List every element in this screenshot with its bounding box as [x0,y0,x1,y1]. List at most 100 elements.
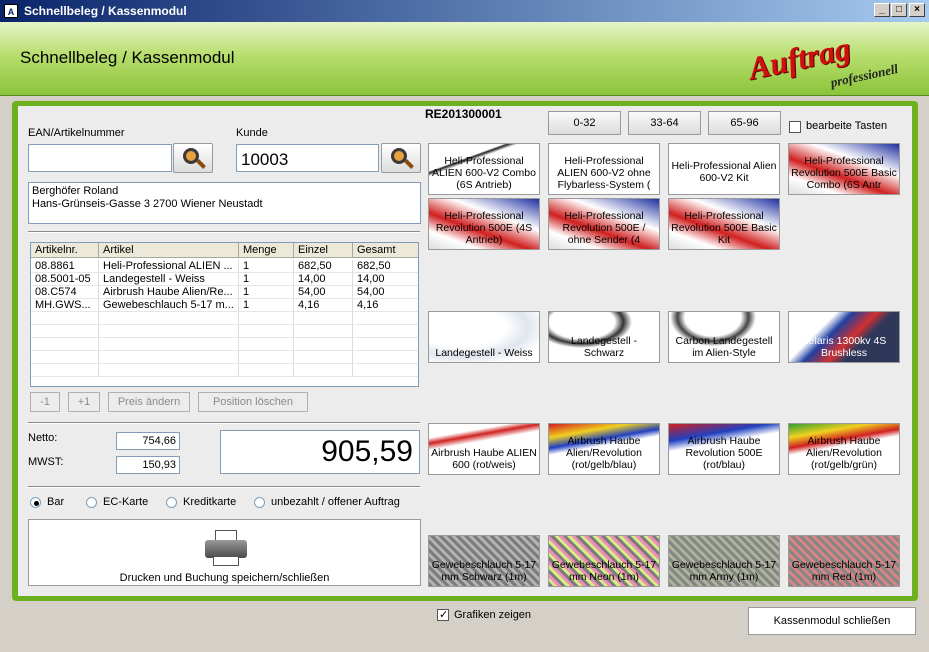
kunde-search-button[interactable] [381,143,421,173]
product-label: Gewebeschlauch 5-17 mm Neon (1m) [551,559,657,583]
product-tile[interactable]: Airbrush Haube Revolution 500E (rot/blau… [668,423,780,475]
window-titlebar: A Schnellbeleg / Kassenmodul _ □ × [0,0,929,22]
total-amount: 905,59 [220,430,420,474]
change-price-button[interactable]: Preis ändern [108,392,190,412]
table-row[interactable]: 08.5001-05 Landegestell - Weiss 1 14,00 … [31,273,418,286]
radio-label: Bar [47,496,65,508]
col-header: Gesamt [353,243,418,258]
product-tile[interactable]: Airbrush Haube ALIEN 600 (rot/weis) [428,423,540,475]
category-button-0-32[interactable]: 0-32 [548,111,621,135]
product-label: Airbrush Haube Alien/Revolution (rot/gel… [806,435,882,471]
cell: Landegestell - Weiss [99,273,239,286]
kunde-value: 10003 [241,150,289,169]
product-tile[interactable]: Landegestell - Weiss [428,311,540,363]
product-tile[interactable]: Gewebeschlauch 5-17 mm Schwarz (1m) [428,535,540,587]
product-tile[interactable]: Heli-Professional Revolution 500E Basic … [668,198,780,250]
graphics-label: Grafiken zeigen [454,609,532,621]
product-label: Airbrush Haube Alien/Revolution (rot/gel… [566,435,642,471]
ean-label: EAN/Artikelnummer [28,127,125,139]
product-tile[interactable]: Carbon Landegestell im Alien-Style [668,311,780,363]
cell: Heli-Professional ALIEN ... [99,260,239,273]
product-tile[interactable]: Heli-Professional Revolution 500E Basic … [788,143,900,195]
edit-keys-checkbox[interactable] [789,121,801,133]
cell: 4,16 [294,299,353,312]
netto-label: Netto: [28,432,58,444]
graphics-checkbox[interactable]: ✓ [437,609,449,621]
product-tile[interactable]: Landegestell - Schwarz [548,311,660,363]
maximize-button[interactable]: □ [891,3,907,17]
product-label: Gewebeschlauch 5-17 mm Schwarz (1m) [431,559,537,583]
col-header: Menge [239,243,294,258]
product-label: Landegestell - Schwarz [571,335,637,359]
print-and-save-button[interactable]: Drucken und Buchung speichern/schließen [28,519,421,586]
items-table[interactable]: Artikelnr. Artikel Menge Einzel Gesamt 0… [30,242,419,387]
radio-label: Kreditkarte [183,496,237,508]
cell: Gewebeschlauch 5-17 m... [99,299,239,312]
app-logo: Auftrag professionell [745,30,918,96]
increment-button[interactable]: +1 [68,392,100,412]
product-label: Heli-Professional Alien 600-V2 Kit [671,160,777,184]
product-tile[interactable]: Gewebeschlauch 5-17 mm Red (1m) [788,535,900,587]
divider [28,231,420,233]
cell: 682,50 [294,260,353,273]
product-tile[interactable]: Heli-Professional ALIEN 600-V2 ohne Flyb… [548,143,660,195]
kunde-label: Kunde [236,127,268,139]
product-label: Xelaris 1300kv 4S Brushless [801,335,887,359]
radio-label: EC-Karte [103,496,149,508]
product-tile[interactable]: Gewebeschlauch 5-17 mm Army (1m) [668,535,780,587]
printer-icon [205,530,247,566]
product-label: Heli-Professional ALIEN 600-V2 Combo (6S… [432,155,536,191]
product-tile[interactable]: Heli-Professional Revolution 500E / ohne… [548,198,660,250]
cell: Airbrush Haube Alien/Re... [99,286,239,299]
product-tile[interactable]: Heli-Professional Revolution 500E (4S An… [428,198,540,250]
product-label: Carbon Landegestell im Alien-Style [675,335,773,359]
col-header: Artikelnr. [31,243,99,258]
table-header: Artikelnr. Artikel Menge Einzel Gesamt [31,243,418,258]
checkmark-icon: ✓ [439,609,449,621]
minimize-button[interactable]: _ [874,3,890,17]
product-label: Heli-Professional Revolution 500E / ohne… [562,210,646,246]
product-tile[interactable]: Airbrush Haube Alien/Revolution (rot/gel… [548,423,660,475]
product-tile[interactable]: Heli-Professional Alien 600-V2 Kit [668,143,780,195]
divider [28,422,420,424]
col-header: Einzel [294,243,353,258]
table-row[interactable]: 08.C574 Airbrush Haube Alien/Re... 1 54,… [31,286,418,299]
address-line1: Berghöfer Roland [32,185,119,197]
delete-position-button[interactable]: Position löschen [198,392,308,412]
cell: 08.5001-05 [31,273,99,286]
cell: 682,50 [353,260,418,273]
product-label: Landegestell - Weiss [435,347,533,359]
kunde-input[interactable]: 10003 [236,144,379,172]
mwst-value: 150,93 [116,456,180,474]
cell: 1 [239,273,294,286]
product-tile[interactable]: Gewebeschlauch 5-17 mm Neon (1m) [548,535,660,587]
decrement-button[interactable]: -1 [30,392,60,412]
close-window-button[interactable]: × [909,3,925,17]
product-label: Airbrush Haube ALIEN 600 (rot/weis) [431,447,537,471]
receipt-number: RE201300001 [425,107,502,121]
divider [28,486,420,488]
table-row[interactable]: MH.GWS... Gewebeschlauch 5-17 m... 1 4,1… [31,299,418,312]
cell: 08.8861 [31,260,99,273]
cell: 1 [239,299,294,312]
table-row[interactable]: 08.8861 Heli-Professional ALIEN ... 1 68… [31,260,418,273]
category-button-33-64[interactable]: 33-64 [628,111,701,135]
header-banner: Schnellbeleg / Kassenmodul Auftrag profe… [0,22,929,96]
product-tile[interactable]: Airbrush Haube Alien/Revolution (rot/gel… [788,423,900,475]
close-module-button[interactable]: Kassenmodul schließen [748,607,916,635]
cell: 1 [239,260,294,273]
category-button-65-96[interactable]: 65-96 [708,111,781,135]
ean-input[interactable] [28,144,172,172]
product-tile[interactable]: Heli-Professional ALIEN 600-V2 Combo (6S… [428,143,540,195]
product-label: Gewebeschlauch 5-17 mm Red (1m) [791,559,897,583]
ean-search-button[interactable] [173,143,213,173]
product-tile[interactable]: Xelaris 1300kv 4S Brushless [788,311,900,363]
print-button-label: Drucken und Buchung speichern/schließen [119,572,330,584]
window-title: Schnellbeleg / Kassenmodul [24,4,187,18]
app-icon: A [4,4,18,18]
cell: 54,00 [294,286,353,299]
edit-keys-label: bearbeite Tasten [806,120,888,132]
netto-value: 754,66 [116,432,180,450]
cell: 54,00 [353,286,418,299]
product-label: Heli-Professional ALIEN 600-V2 ohne Flyb… [557,155,651,191]
